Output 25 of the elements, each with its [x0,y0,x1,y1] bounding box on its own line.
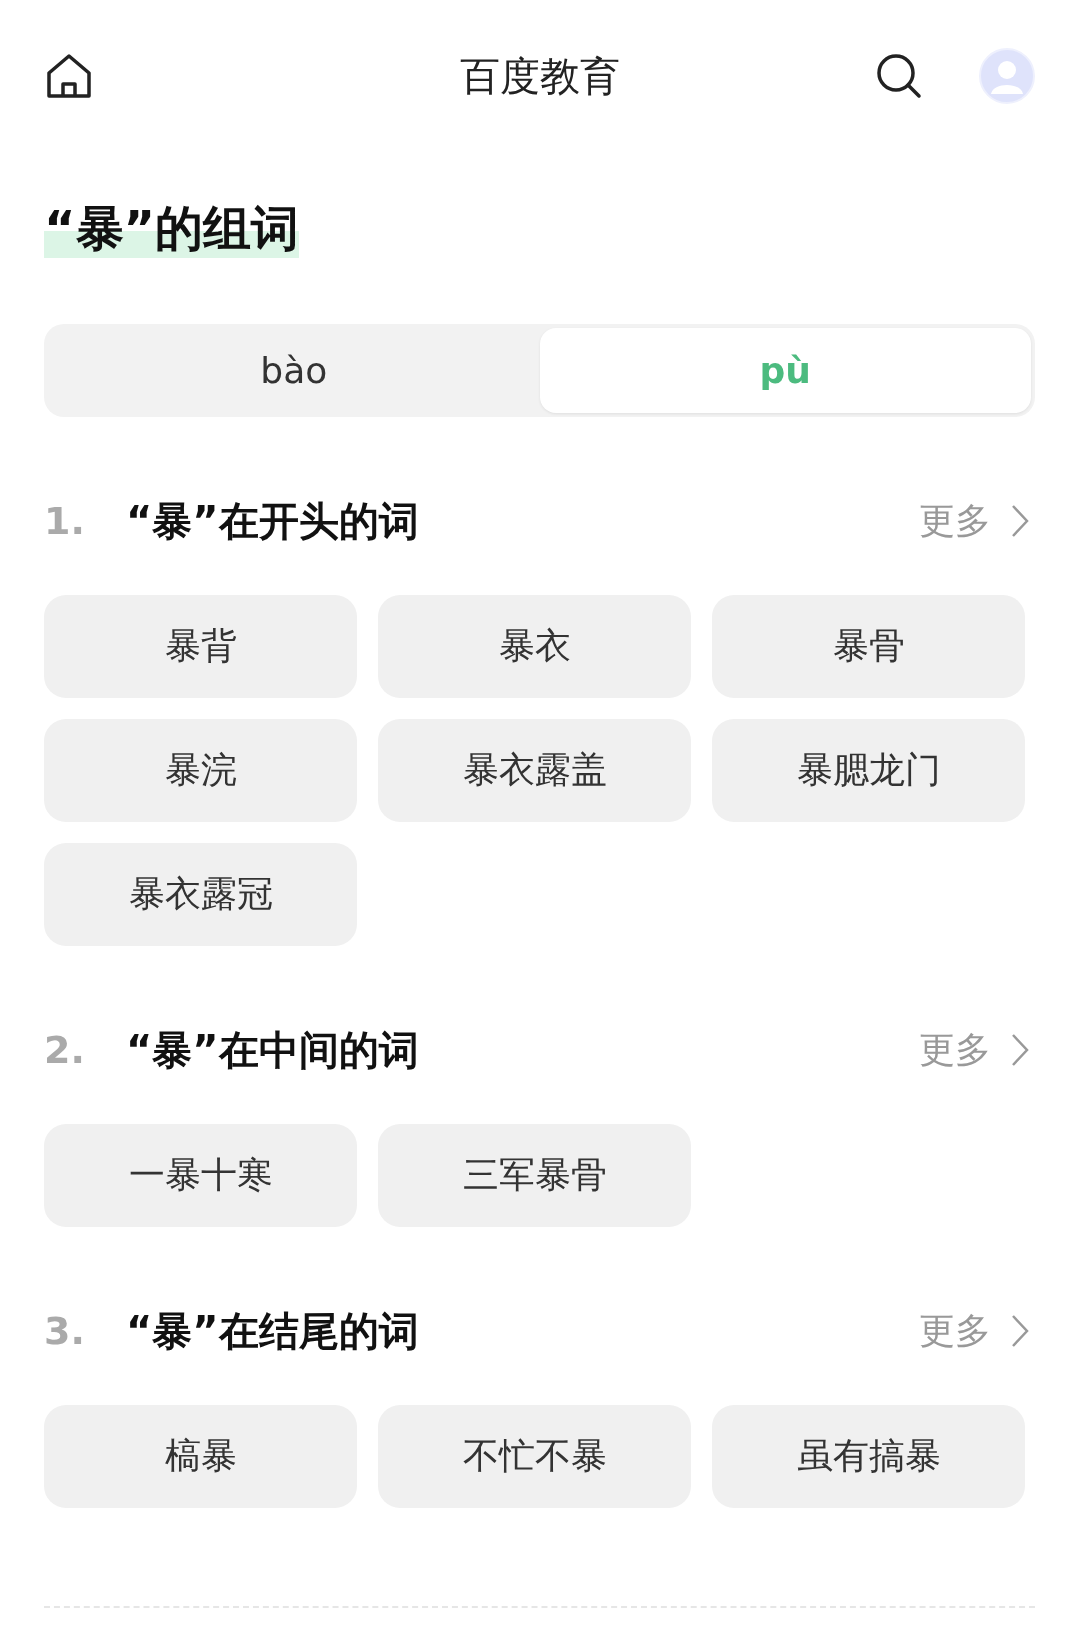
word-chip[interactable]: 暴浣 [44,719,357,822]
section-title: “暴”在开头的词 [126,496,420,546]
section-title: “暴”在中间的词 [126,1025,420,1075]
section-number: 1. [44,499,86,543]
word-chip[interactable]: 不忙不暴 [378,1405,691,1508]
word-chip[interactable]: 暴衣 [378,595,691,698]
word-chip[interactable]: 暴骨 [712,595,1025,698]
word-chip[interactable]: 暴衣露盖 [378,719,691,822]
chevron-right-icon [1011,1314,1029,1348]
pinyin-tab[interactable]: bào [48,328,540,413]
word-chip[interactable]: 槁暴 [44,1405,357,1508]
word-chip[interactable]: 暴背 [44,595,357,698]
word-chip[interactable]: 暴腮龙门 [712,719,1025,822]
section-number: 2. [44,1028,86,1072]
word-chip[interactable]: 一暴十寒 [44,1124,357,1227]
home-icon[interactable] [44,51,94,101]
chevron-right-icon [1011,504,1029,538]
word-chip[interactable]: 虽有搞暴 [712,1405,1025,1508]
section-number: 3. [44,1309,86,1353]
word-chip[interactable]: 三军暴骨 [378,1124,691,1227]
word-chip[interactable]: 暴衣露冠 [44,843,357,946]
section-title: “暴”在结尾的词 [126,1306,420,1356]
search-icon[interactable] [875,52,923,100]
chevron-right-icon [1011,1033,1029,1067]
app-title: 百度教育 [459,51,620,101]
